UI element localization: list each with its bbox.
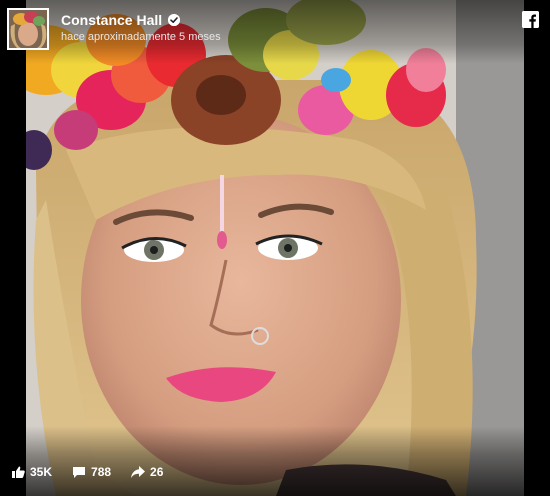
engagement-stats: 35K 788 26 — [12, 465, 183, 479]
like-icon — [12, 466, 25, 478]
post-photo[interactable] — [26, 0, 524, 496]
comments-stat[interactable]: 788 — [72, 465, 111, 479]
verified-badge-icon — [168, 14, 181, 26]
likes-count: 35K — [30, 465, 53, 479]
facebook-icon[interactable] — [522, 11, 539, 28]
share-icon — [131, 466, 146, 478]
likes-stat[interactable]: 35K — [12, 465, 52, 479]
shares-stat[interactable]: 26 — [131, 465, 163, 479]
author-avatar[interactable] — [7, 8, 49, 50]
comments-count: 788 — [91, 465, 112, 479]
shares-count: 26 — [150, 465, 164, 479]
footer-overlay — [0, 426, 550, 496]
author-row: Constance Hall — [61, 12, 181, 28]
post-timestamp[interactable]: hace aproximadamente 5 meses — [61, 31, 221, 43]
facebook-post-embed: Constance Hall hace aproximadamente 5 me… — [0, 0, 550, 496]
author-name[interactable]: Constance Hall — [61, 12, 162, 28]
comment-icon — [72, 466, 86, 479]
